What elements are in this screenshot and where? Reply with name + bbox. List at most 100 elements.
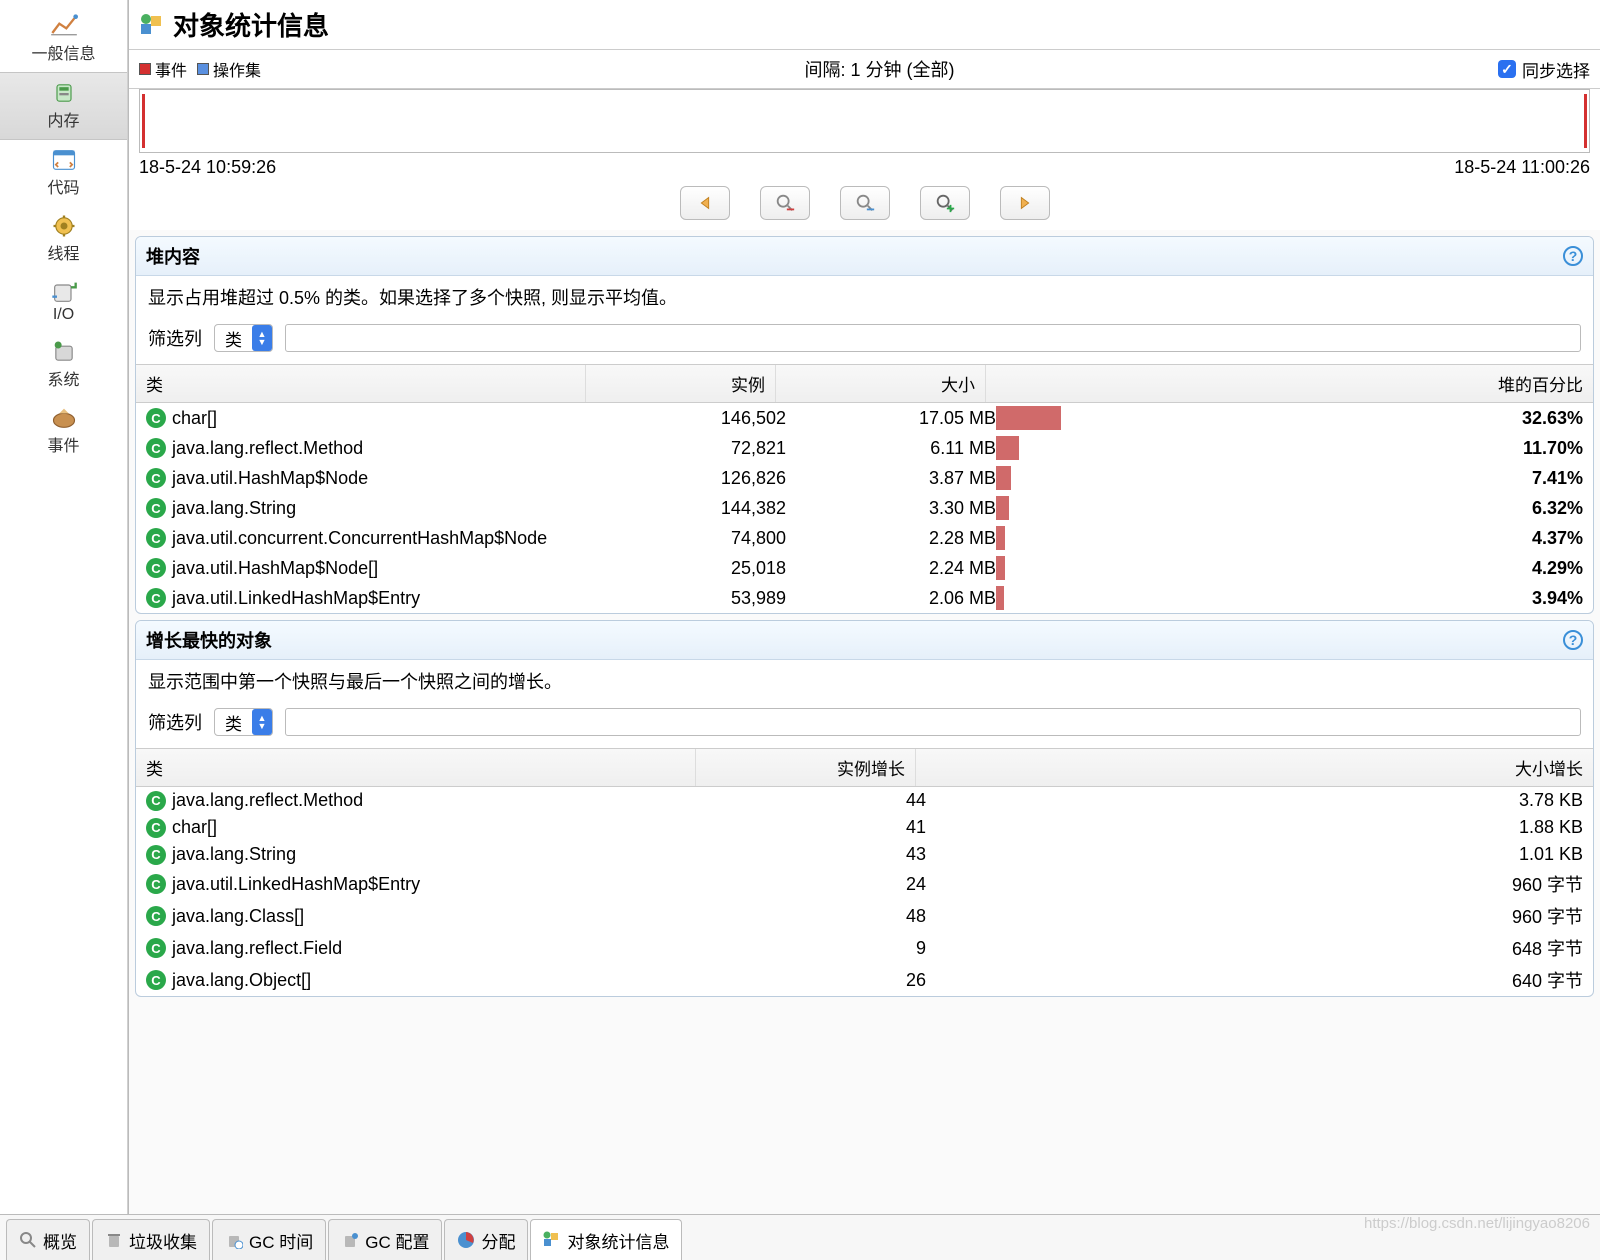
- select-arrows-icon: ▲▼: [252, 325, 272, 351]
- bottom-tabs: 概览 垃圾收集 GC 时间 GC 配置 分配 对象统计信息: [0, 1214, 1600, 1260]
- events-icon: [50, 406, 78, 430]
- help-icon[interactable]: ?: [1563, 246, 1583, 266]
- chart-overview-icon: [50, 14, 78, 38]
- col-size-header[interactable]: 大小: [776, 365, 986, 402]
- sidebar-item-general[interactable]: 一般信息: [0, 6, 127, 72]
- filter-select[interactable]: 类 ▲▼: [214, 708, 273, 736]
- filter-select[interactable]: 类 ▲▼: [214, 324, 273, 352]
- tab-object-stats[interactable]: 对象统计信息: [530, 1219, 682, 1260]
- timeline-toolbar: [129, 182, 1600, 230]
- table-row[interactable]: Cchar[]411.88 KB: [136, 814, 1593, 841]
- trash-clock-icon: [225, 1231, 243, 1249]
- sidebar-item-label: 系统: [47, 366, 79, 390]
- heap-table-header: 类 实例 大小 堆的百分比: [136, 365, 1593, 403]
- heap-panel-desc: 显示占用堆超过 0.5% 的类。如果选择了多个快照, 则显示平均值。: [136, 276, 1593, 318]
- legend-event: 事件: [139, 57, 187, 81]
- code-icon: [50, 148, 78, 172]
- growth-panel: 增长最快的对象 ? 显示范围中第一个快照与最后一个快照之间的增长。 筛选列 类 …: [135, 620, 1594, 997]
- sidebar-item-threads[interactable]: 线程: [0, 206, 127, 272]
- col-instances-header[interactable]: 实例: [586, 365, 776, 402]
- table-row[interactable]: Cjava.lang.Class[]48960 字节: [136, 900, 1593, 932]
- sidebar-item-io[interactable]: I/O: [0, 272, 127, 332]
- sidebar-item-label: 代码: [47, 174, 79, 198]
- heap-content-panel: 堆内容 ? 显示占用堆超过 0.5% 的类。如果选择了多个快照, 则显示平均值。…: [135, 236, 1594, 614]
- sidebar-item-label: I/O: [53, 306, 74, 324]
- filter-input[interactable]: [285, 708, 1581, 736]
- col-class-header[interactable]: 类: [136, 365, 586, 402]
- help-icon[interactable]: ?: [1563, 630, 1583, 650]
- filter-label: 筛选列: [148, 709, 202, 735]
- sidebar-item-events[interactable]: 事件: [0, 398, 127, 464]
- pct-bar: [996, 406, 1061, 430]
- filter-input[interactable]: [285, 324, 1581, 352]
- col-class-header[interactable]: 类: [136, 749, 696, 786]
- table-row[interactable]: Cjava.util.HashMap$Node[]25,0182.24 MB4.…: [136, 553, 1593, 583]
- sidebar-item-memory[interactable]: 内存: [0, 72, 127, 140]
- page-title: 对象统计信息: [173, 6, 329, 43]
- interval-label: 间隔: 1 分钟 (全部): [261, 56, 1498, 82]
- class-icon: C: [146, 468, 166, 488]
- col-size-growth-header[interactable]: 大小增长: [916, 749, 1593, 786]
- end-time: 18-5-24 11:00:26: [1454, 157, 1590, 178]
- class-icon: C: [146, 408, 166, 428]
- class-icon: C: [146, 938, 166, 958]
- pct-bar: [996, 526, 1005, 550]
- table-row[interactable]: Cjava.lang.reflect.Method72,8216.11 MB11…: [136, 433, 1593, 463]
- table-row[interactable]: Cjava.lang.String431.01 KB: [136, 841, 1593, 868]
- timeline[interactable]: [139, 89, 1590, 153]
- sync-select-checkbox[interactable]: ✓ 同步选择: [1498, 57, 1590, 82]
- class-icon: C: [146, 558, 166, 578]
- tab-overview[interactable]: 概览: [6, 1219, 90, 1260]
- sidebar-item-label: 内存: [47, 107, 79, 131]
- nav-next-button[interactable]: [1000, 186, 1050, 220]
- sidebar-item-label: 线程: [47, 240, 79, 264]
- zoom-out-button[interactable]: [760, 186, 810, 220]
- heap-panel-title: 堆内容: [146, 243, 200, 269]
- pct-bar: [996, 556, 1005, 580]
- memory-icon: [50, 81, 78, 105]
- table-row[interactable]: Cjava.util.concurrent.ConcurrentHashMap$…: [136, 523, 1593, 553]
- table-row[interactable]: Cjava.lang.Object[]26640 字节: [136, 964, 1593, 996]
- sidebar-item-code[interactable]: 代码: [0, 140, 127, 206]
- table-row[interactable]: Cjava.lang.reflect.Field9648 字节: [136, 932, 1593, 964]
- overview-icon: [19, 1231, 37, 1249]
- zoom-reset-button[interactable]: [840, 186, 890, 220]
- timeline-start-marker: [142, 94, 145, 148]
- growth-panel-title: 增长最快的对象: [146, 627, 272, 653]
- select-arrows-icon: ▲▼: [252, 709, 272, 735]
- tab-allocation[interactable]: 分配: [444, 1219, 528, 1260]
- interval-row: 事件 操作集 间隔: 1 分钟 (全部) ✓ 同步选择: [129, 50, 1600, 89]
- nav-prev-button[interactable]: [680, 186, 730, 220]
- col-pct-header[interactable]: 堆的百分比: [986, 365, 1593, 402]
- growth-table-body: Cjava.lang.reflect.Method443.78 KBCchar[…: [136, 787, 1593, 996]
- sidebar: 一般信息 内存 代码 线程 I/O 系统 事件: [0, 0, 128, 1214]
- table-row[interactable]: Cjava.util.HashMap$Node126,8263.87 MB7.4…: [136, 463, 1593, 493]
- table-row[interactable]: Cchar[]146,50217.05 MB32.63%: [136, 403, 1593, 433]
- class-icon: C: [146, 438, 166, 458]
- zoom-in-button[interactable]: [920, 186, 970, 220]
- col-inst-growth-header[interactable]: 实例增长: [696, 749, 916, 786]
- class-icon: C: [146, 528, 166, 548]
- table-row[interactable]: Cjava.util.LinkedHashMap$Entry24960 字节: [136, 868, 1593, 900]
- table-row[interactable]: Cjava.lang.reflect.Method443.78 KB: [136, 787, 1593, 814]
- tab-gc-time[interactable]: GC 时间: [212, 1219, 326, 1260]
- tab-gc[interactable]: 垃圾收集: [92, 1219, 210, 1260]
- legend-opset: 操作集: [197, 57, 261, 81]
- io-icon: [50, 280, 78, 304]
- pct-bar: [996, 586, 1004, 610]
- class-icon: C: [146, 845, 166, 865]
- sidebar-item-system[interactable]: 系统: [0, 332, 127, 398]
- tab-gc-config[interactable]: GC 配置: [328, 1219, 442, 1260]
- threads-icon: [50, 214, 78, 238]
- pct-bar: [996, 436, 1019, 460]
- table-row[interactable]: Cjava.lang.String144,3823.30 MB6.32%: [136, 493, 1593, 523]
- checkbox-checked-icon: ✓: [1498, 60, 1516, 78]
- table-row[interactable]: Cjava.util.LinkedHashMap$Entry53,9892.06…: [136, 583, 1593, 613]
- sidebar-item-label: 一般信息: [31, 40, 95, 64]
- legend: 事件 操作集: [139, 57, 261, 81]
- class-icon: C: [146, 906, 166, 926]
- start-time: 18-5-24 10:59:26: [139, 157, 276, 178]
- heap-table-body: Cchar[]146,50217.05 MB32.63%Cjava.lang.r…: [136, 403, 1593, 613]
- cubes-icon: [543, 1231, 561, 1249]
- class-icon: C: [146, 818, 166, 838]
